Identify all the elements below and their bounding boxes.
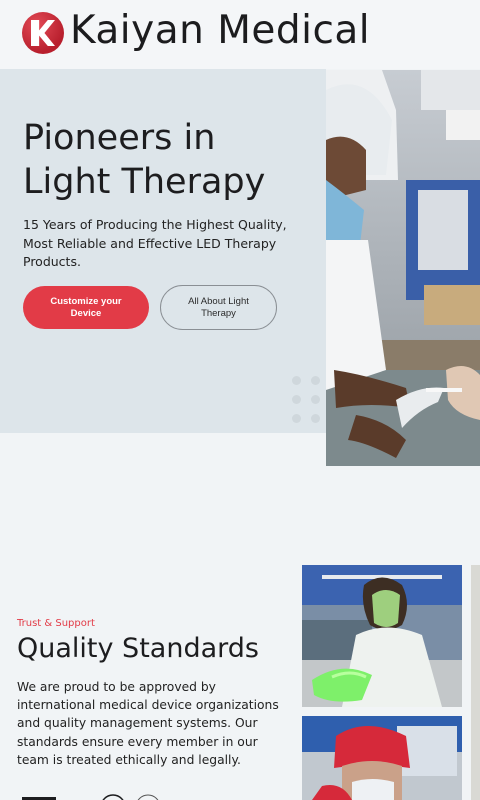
light-therapy-info-button[interactable]: All About Light Therapy — [160, 285, 277, 330]
certification-logo — [18, 793, 198, 800]
section-description: We are proud to be approved by internati… — [17, 680, 279, 767]
worker-photo — [302, 716, 462, 800]
brand-name[interactable]: Kaiyan Medical — [70, 8, 370, 53]
customize-device-button[interactable]: Customize your Device — [23, 286, 149, 329]
hero-subtitle: 15 Years of Producing the Highest Qualit… — [23, 217, 287, 269]
photo-edge — [471, 565, 480, 800]
site-header: Kaiyan Medical — [0, 0, 480, 69]
section-title: Quality Standards — [17, 633, 259, 664]
section-eyebrow: Trust & Support — [17, 618, 95, 629]
lab-testing-photo — [302, 565, 462, 707]
hero-title: Pioneers in Light Therapy — [23, 118, 266, 202]
hero-factory-photo — [326, 70, 480, 466]
kaiyan-logo-icon[interactable] — [22, 12, 64, 54]
